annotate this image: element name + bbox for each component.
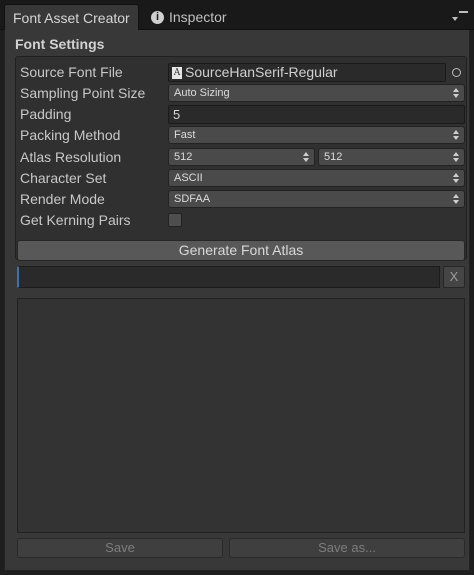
dropdown-arrows-icon — [453, 152, 459, 163]
row-packing-method: Packing Method Fast — [20, 126, 465, 145]
source-font-file-label: Source Font File — [20, 64, 123, 80]
render-mode-dropdown[interactable]: SDFAA — [168, 190, 465, 208]
dropdown-value: SDFAA — [174, 193, 211, 205]
source-font-file-field[interactable]: A SourceHanSerif-Regular — [168, 63, 446, 82]
source-font-file-value: SourceHanSerif-Regular — [185, 64, 338, 80]
row-render-mode: Render Mode SDFAA — [20, 190, 465, 209]
generate-font-atlas-button[interactable]: Generate Font Atlas — [17, 240, 465, 261]
tab-menu-icon[interactable] — [452, 8, 468, 22]
row-source-font-file: Source Font File A SourceHanSerif-Regula… — [20, 63, 464, 82]
section-title: Font Settings — [15, 36, 105, 52]
get-kerning-pairs-checkbox[interactable] — [168, 213, 182, 227]
sampling-point-size-dropdown[interactable]: Auto Sizing — [168, 84, 465, 102]
output-text-area[interactable] — [17, 298, 465, 533]
dropdown-value: Fast — [174, 129, 196, 141]
font-settings-box: Source Font File A SourceHanSerif-Regula… — [15, 56, 467, 260]
tab-font-asset-creator[interactable]: Font Asset Creator — [4, 4, 139, 30]
save-as-button[interactable]: Save as... — [229, 538, 465, 558]
dropdown-arrows-icon — [453, 130, 459, 141]
atlas-height-dropdown[interactable]: 512 — [318, 148, 465, 166]
dropdown-arrows-icon — [453, 88, 459, 99]
clear-button[interactable]: X — [443, 266, 465, 288]
atlas-width-dropdown[interactable]: 512 — [168, 148, 315, 166]
character-set-label: Character Set — [20, 170, 107, 186]
row-padding: Padding 5 — [20, 105, 465, 124]
padding-input[interactable]: 5 — [168, 105, 465, 124]
character-set-dropdown[interactable]: ASCII — [168, 169, 465, 187]
dropdown-arrows-icon — [303, 152, 309, 163]
tab-inspector[interactable]: i Inspector — [143, 4, 235, 30]
dropdown-arrows-icon — [453, 173, 459, 184]
dropdown-value: Auto Sizing — [174, 87, 230, 99]
menu-bar — [459, 11, 468, 13]
tab-label: Inspector — [169, 9, 227, 25]
tab-label: Font Asset Creator — [13, 10, 130, 26]
dropdown-arrows-icon — [453, 194, 459, 205]
dropdown-value: ASCII — [174, 172, 203, 184]
character-search-input[interactable] — [17, 266, 440, 288]
dropdown-value: 512 — [324, 151, 343, 163]
packing-method-label: Packing Method — [20, 127, 121, 143]
menu-triangle — [452, 17, 458, 21]
sampling-point-size-label: Sampling Point Size — [20, 85, 146, 101]
atlas-resolution-label: Atlas Resolution — [20, 149, 122, 165]
info-icon: i — [151, 10, 164, 24]
font-file-icon: A — [172, 67, 182, 79]
font-asset-creator-panel: Font Settings Source Font File A SourceH… — [4, 30, 470, 571]
tab-strip: Font Asset Creator i Inspector — [0, 0, 474, 30]
dropdown-value: 512 — [174, 151, 193, 163]
row-character-set: Character Set ASCII — [20, 169, 465, 188]
padding-label: Padding — [20, 106, 72, 122]
render-mode-label: Render Mode — [20, 191, 105, 207]
row-atlas-resolution: Atlas Resolution 512 512 — [20, 148, 465, 167]
get-kerning-pairs-label: Get Kerning Pairs — [20, 212, 131, 228]
save-button[interactable]: Save — [17, 538, 223, 558]
row-get-kerning-pairs: Get Kerning Pairs — [20, 211, 464, 230]
object-picker-icon[interactable] — [452, 68, 461, 77]
packing-method-dropdown[interactable]: Fast — [168, 126, 465, 144]
row-sampling-point-size: Sampling Point Size Auto Sizing — [20, 84, 465, 103]
